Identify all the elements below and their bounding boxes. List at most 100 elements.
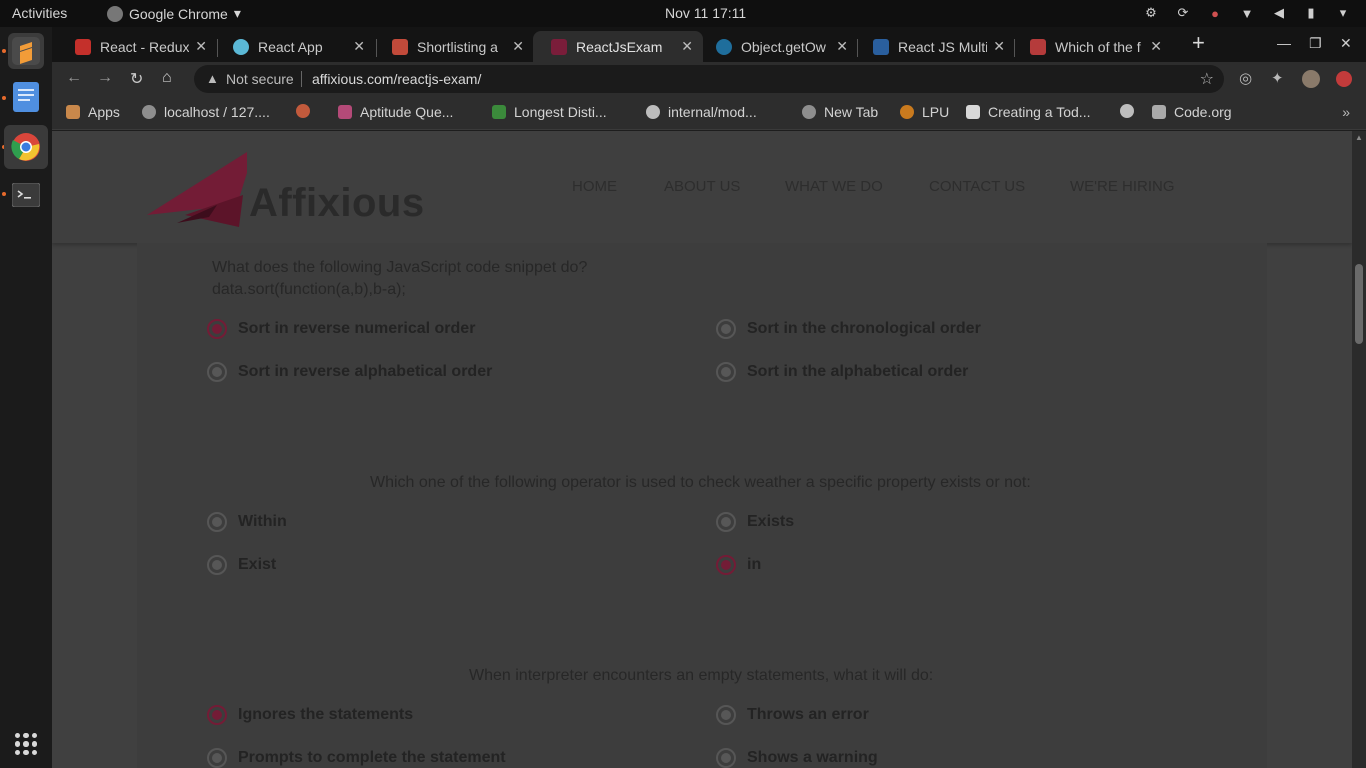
show-applications-icon[interactable] (15, 733, 37, 755)
power-menu-icon[interactable]: ▾ (1334, 4, 1352, 22)
back-icon[interactable]: ← (66, 69, 82, 87)
bookmark-aptitude[interactable]: Aptitude Que... (338, 104, 453, 120)
q1-option-3[interactable]: Sort in reverse alphabetical order (207, 362, 492, 382)
radio-unselected[interactable] (716, 319, 736, 339)
bookmark-creating-todo[interactable]: Creating a Tod... (966, 104, 1090, 120)
youtube-favicon-icon (75, 38, 91, 55)
tab-react-js-multi[interactable]: React JS Multi ✕ (855, 31, 1015, 62)
bookmark-google[interactable] (296, 104, 310, 118)
radio-selected[interactable] (207, 705, 227, 725)
q2-option-2[interactable]: Exists (716, 512, 794, 532)
close-tab-icon[interactable]: ✕ (1150, 38, 1162, 55)
radio-unselected[interactable] (207, 362, 227, 382)
home-icon[interactable]: ⌂ (162, 69, 172, 87)
radio-unselected[interactable] (716, 512, 736, 532)
settings-indicator-icon[interactable]: ⚙ (1142, 4, 1160, 22)
globe-icon (802, 105, 816, 119)
text-editor-icon[interactable] (8, 79, 44, 115)
sublime-text-icon[interactable] (8, 33, 44, 69)
close-tab-icon[interactable]: ✕ (681, 38, 693, 55)
q3-option-3[interactable]: Prompts to complete the statement (207, 748, 506, 768)
q1-option-1[interactable]: Sort in reverse numerical order (207, 319, 475, 339)
battery-icon[interactable]: ▮ (1302, 4, 1320, 22)
minimize-icon[interactable]: — (1277, 35, 1291, 51)
close-tab-icon[interactable]: ✕ (836, 38, 848, 55)
page-scrollbar[interactable]: ▲ (1352, 131, 1366, 768)
system-tray[interactable]: ⚙ ⟳ ● ▼ ◀ ▮ ▾ (1142, 4, 1352, 22)
radio-selected[interactable] (207, 319, 227, 339)
bookmark-lpu[interactable]: LPU (900, 104, 949, 120)
warning-icon[interactable]: ▲ (206, 71, 219, 86)
reload-icon[interactable]: ↻ (130, 69, 143, 89)
scrollbar-thumb[interactable] (1355, 264, 1363, 344)
bookmark-apps[interactable]: Apps (66, 104, 120, 120)
bookmark-longest[interactable]: Longest Disti... (492, 104, 607, 120)
bookmark-code-org[interactable]: Code.org (1152, 104, 1232, 120)
caret-down-icon: ▾ (233, 5, 241, 21)
radio-unselected[interactable] (716, 362, 736, 382)
nav-were-hiring[interactable]: WE'RE HIRING (1070, 178, 1175, 195)
close-tab-icon[interactable]: ✕ (512, 38, 524, 55)
radio-unselected[interactable] (716, 748, 736, 768)
radio-unselected[interactable] (207, 555, 227, 575)
scroll-up-icon[interactable]: ▲ (1355, 133, 1363, 142)
activities-button[interactable]: Activities (12, 5, 67, 21)
q1-option-2[interactable]: Sort in the chronological order (716, 319, 981, 339)
tab-react-app[interactable]: React App ✕ (215, 31, 375, 62)
bookmark-new-tab[interactable]: New Tab (802, 104, 878, 120)
update-icon[interactable] (1336, 71, 1352, 87)
wifi-icon[interactable]: ▼ (1238, 4, 1256, 22)
q3-option-1[interactable]: Ignores the statements (207, 705, 413, 725)
new-tab-icon[interactable]: + (1192, 32, 1205, 54)
nav-home[interactable]: HOME (572, 178, 617, 195)
bookmark-localhost[interactable]: localhost / 127.... (142, 104, 270, 120)
bookmark-star-icon[interactable]: ☆ (1200, 69, 1214, 89)
sync-indicator-icon[interactable]: ⟳ (1174, 4, 1192, 22)
app-menu[interactable]: Google Chrome ▾ (107, 5, 241, 22)
tab-reactjs-exam[interactable]: ReactJsExam ✕ (533, 31, 703, 62)
tab-object-getown[interactable]: Object.getOw ✕ (698, 31, 858, 62)
tab-react-redux[interactable]: React - Redux ✕ (57, 31, 217, 62)
q2-option-3[interactable]: Exist (207, 555, 276, 575)
chrome-dock-icon[interactable] (4, 125, 48, 169)
close-tab-icon[interactable]: ✕ (195, 38, 207, 55)
tab-which-of-the[interactable]: Which of the f ✕ (1012, 31, 1172, 62)
q3-option-2[interactable]: Throws an error (716, 705, 869, 725)
address-bar[interactable]: ▲ Not secure affixious.com/reactjs-exam/… (194, 65, 1224, 93)
bookmark-github[interactable] (1120, 104, 1134, 118)
url-text[interactable]: affixious.com/reactjs-exam/ (312, 71, 481, 87)
nav-about-us[interactable]: ABOUT US (664, 178, 740, 195)
extensions-puzzle-icon[interactable]: ✦ (1271, 69, 1284, 87)
nav-contact-us[interactable]: CONTACT US (929, 178, 1025, 195)
q1-option-4[interactable]: Sort in the alphabetical order (716, 362, 968, 382)
system-top-bar: Activities Google Chrome ▾ Nov 11 17:11 … (0, 0, 1366, 27)
more-bookmarks-icon[interactable]: » (1342, 104, 1350, 120)
video-icon (966, 105, 980, 119)
security-label[interactable]: Not secure (226, 71, 294, 87)
volume-icon[interactable]: ◀ (1270, 4, 1288, 22)
geeksforgeeks-icon (492, 105, 506, 119)
radio-selected[interactable] (716, 555, 736, 575)
close-tab-icon[interactable]: ✕ (993, 38, 1005, 55)
affixious-logo[interactable]: Affixious (147, 145, 452, 229)
forward-icon[interactable]: → (97, 69, 113, 87)
extension-icon[interactable]: ◎ (1239, 69, 1252, 87)
radio-unselected[interactable] (207, 748, 227, 768)
radio-unselected[interactable] (207, 512, 227, 532)
close-tab-icon[interactable]: ✕ (353, 38, 365, 55)
q3-option-4[interactable]: Shows a warning (716, 748, 878, 768)
question-3-text: When interpreter encounters an empty sta… (469, 667, 934, 684)
gmail-favicon-icon (392, 38, 408, 55)
q2-option-1[interactable]: Within (207, 512, 287, 532)
nav-what-we-do[interactable]: WHAT WE DO (785, 178, 883, 195)
close-window-icon[interactable]: ✕ (1340, 35, 1352, 52)
bookmark-internal[interactable]: internal/mod... (646, 104, 757, 120)
q2-option-4[interactable]: in (716, 555, 761, 575)
maximize-icon[interactable]: ❐ (1309, 35, 1322, 52)
profile-avatar[interactable] (1302, 70, 1320, 88)
notification-indicator-icon[interactable]: ● (1206, 4, 1224, 22)
tab-shortlisting[interactable]: Shortlisting a ✕ (374, 31, 534, 62)
radio-unselected[interactable] (716, 705, 736, 725)
terminal-icon[interactable] (8, 177, 44, 213)
clock[interactable]: Nov 11 17:11 (665, 5, 746, 21)
